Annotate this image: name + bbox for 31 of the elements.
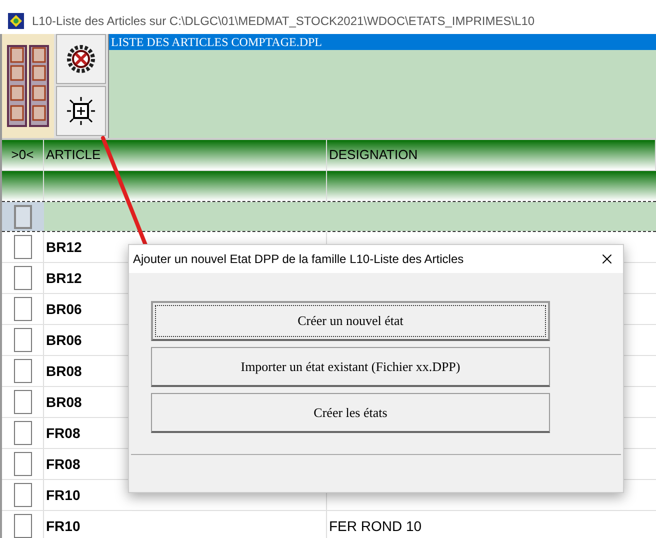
- add-button[interactable]: [56, 86, 106, 136]
- delete-button[interactable]: [56, 34, 106, 84]
- table-cell-text: FER ROND 10: [329, 516, 422, 536]
- row-checkbox[interactable]: [14, 421, 32, 445]
- row-checkbox[interactable]: [14, 266, 32, 290]
- dialog-button[interactable]: Créer un nouvel état: [151, 301, 550, 341]
- row-checkbox[interactable]: [14, 452, 32, 476]
- window-title: L10-Liste des Articles sur C:\DLGC\01\MEDMAT_STOCK2021\WDOC\ETATS_IMPRIMES\L10: [32, 13, 535, 30]
- row-checkbox[interactable]: [14, 390, 32, 414]
- filter-cell[interactable]: [44, 171, 327, 201]
- column-header[interactable]: DESIGNATION: [327, 140, 656, 170]
- table-cell: FR10: [44, 511, 327, 538]
- selector-box: [14, 204, 32, 228]
- file-list-item[interactable]: LISTE DES ARTICLES COMPTAGE.DPL: [109, 34, 656, 50]
- row-selector[interactable]: [2, 202, 44, 231]
- shelves-icon: [6, 44, 50, 128]
- catalog-button[interactable]: [2, 34, 54, 138]
- filter-cell[interactable]: [327, 171, 656, 201]
- dialog-button[interactable]: Créer les états: [151, 393, 550, 433]
- column-header[interactable]: >0<: [2, 140, 44, 170]
- row-checkbox[interactable]: [14, 514, 32, 538]
- row-checkbox[interactable]: [14, 235, 32, 259]
- row-checkbox[interactable]: [14, 297, 32, 321]
- row-checkbox[interactable]: [14, 359, 32, 383]
- plus-box-icon: [66, 96, 96, 126]
- dialog-button[interactable]: Importer un état existant (Fichier xx.DPP): [151, 347, 550, 387]
- app-icon: [8, 13, 24, 29]
- column-header[interactable]: ARTICLE: [44, 140, 327, 170]
- row-checkbox[interactable]: [14, 328, 32, 352]
- crossed-gear-icon: [66, 44, 96, 74]
- row-checkbox[interactable]: [14, 483, 32, 507]
